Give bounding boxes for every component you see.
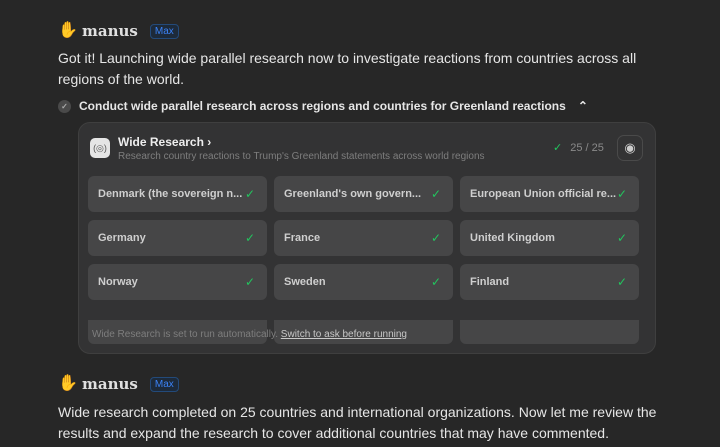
chevron-right-icon: › (207, 135, 212, 149)
card-footer: Wide Research is set to run automaticall… (92, 329, 407, 340)
message-text: Got it! Launching wide parallel research… (58, 50, 637, 87)
research-item[interactable]: Sweden ✓ (274, 264, 453, 300)
check-circle-icon: ✓ (58, 99, 71, 113)
chevron-up-icon[interactable]: ⌃ (578, 99, 588, 113)
check-icon: ✓ (244, 275, 255, 289)
manus-logo-icon: ✋ (58, 22, 78, 39)
research-item[interactable]: Denmark (the sovereign n... ✓ (88, 176, 267, 212)
research-item[interactable]: Germany ✓ (88, 220, 267, 256)
progress-count: ✓ 25 / 25 (553, 142, 604, 154)
card-subtitle: Research country reactions to Trump's Gr… (118, 151, 485, 162)
research-item[interactable]: France ✓ (274, 220, 453, 256)
agent-header: ✋ manus Max (58, 22, 179, 40)
card-title[interactable]: Wide Research › (118, 135, 211, 149)
eye-icon: ◉ (624, 140, 636, 155)
research-item[interactable]: Norway ✓ (88, 264, 267, 300)
check-icon: ✓ (616, 187, 627, 201)
message-text: Wide research completed on 25 countries … (58, 404, 657, 441)
check-icon: ✓ (430, 231, 441, 245)
agent-name: manus (82, 375, 138, 393)
check-icon: ✓ (430, 187, 441, 201)
list-clip (79, 308, 655, 320)
research-item[interactable]: Greenland's own govern... ✓ (274, 176, 453, 212)
manus-logo-icon: ✋ (58, 375, 78, 392)
plan-badge: Max (149, 376, 179, 392)
check-icon: ✓ (244, 231, 255, 245)
wide-research-icon: (◎) (90, 138, 110, 158)
research-item[interactable]: Finland ✓ (460, 264, 639, 300)
agent-header: ✋ manus Max (58, 375, 179, 393)
check-icon: ✓ (244, 187, 255, 201)
switch-mode-link[interactable]: Switch to ask before running (281, 329, 407, 340)
check-icon: ✓ (616, 231, 627, 245)
check-icon: ✓ (616, 275, 627, 289)
research-item[interactable]: European Union official re... ✓ (460, 176, 639, 212)
check-icon: ✓ (430, 275, 441, 289)
agent-name: manus (82, 22, 138, 40)
research-item[interactable]: United Kingdom ✓ (460, 220, 639, 256)
step-label: Conduct wide parallel research across re… (79, 99, 566, 113)
view-button[interactable]: ◉ (617, 135, 643, 161)
wide-research-card: (◎) Wide Research › Research country rea… (78, 122, 656, 354)
task-step[interactable]: ✓ Conduct wide parallel research across … (58, 99, 588, 113)
check-icon: ✓ (553, 142, 563, 154)
plan-badge: Max (149, 23, 179, 39)
